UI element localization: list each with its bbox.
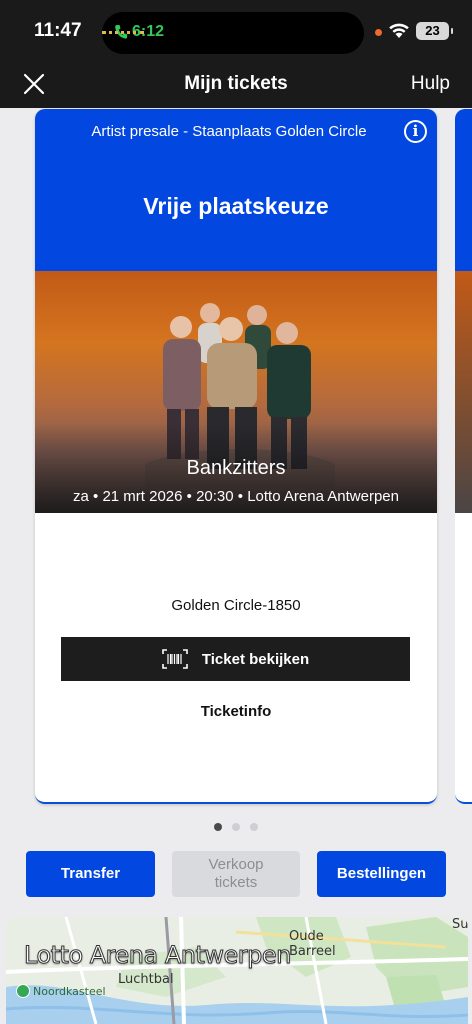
ticket-card-header: Artist presale - Staanplaats Golden Circ… (35, 109, 437, 271)
barcode-icon (162, 649, 188, 669)
page-dot[interactable] (250, 823, 258, 831)
status-time: 11:47 (34, 20, 82, 41)
sell-tickets-label: Verkoop tickets (208, 856, 264, 891)
event-image: Bankzitters za • 21 mrt 2026 • 20:30 • L… (35, 271, 437, 513)
map-graphic (6, 917, 468, 1024)
park-pin-icon (16, 984, 30, 998)
map-label-luchtbal: Luchtbal (118, 972, 174, 987)
map-label-edge: Su (452, 917, 468, 932)
page-dot[interactable] (232, 823, 240, 831)
view-ticket-button[interactable]: Ticket bekijken (61, 637, 410, 681)
orders-button[interactable]: Bestellingen (317, 851, 446, 897)
ticket-card[interactable]: Artist presale - Staanplaats Golden Circ… (35, 109, 437, 804)
map-poi-noordkasteel[interactable]: Noordkasteel (16, 984, 106, 998)
audio-waveform-icon (102, 31, 144, 34)
wifi-icon (389, 23, 409, 38)
venue-map[interactable]: Lotto Arena Antwerpen Oude Barreel Lucht… (6, 917, 468, 1024)
map-poi-label: Noordkasteel (33, 984, 106, 998)
help-link[interactable]: Hulp (411, 73, 450, 95)
next-ticket-card[interactable] (455, 109, 472, 804)
page-dot[interactable] (214, 823, 222, 831)
map-venue-label: Lotto Arena Antwerpen (24, 941, 292, 970)
view-ticket-label: Ticket bekijken (201, 650, 310, 668)
battery-icon: 23 (416, 22, 453, 40)
ticket-section: Golden Circle-1850 (171, 597, 301, 614)
event-details: za • 21 mrt 2026 • 20:30 • Lotto Arena A… (73, 488, 399, 505)
transfer-button[interactable]: Transfer (26, 851, 155, 897)
seat-type-title: Vrije plaatskeuze (143, 193, 329, 219)
info-icon[interactable]: i (404, 120, 427, 143)
ticket-info-link[interactable]: Ticketinfo (35, 703, 437, 720)
page-indicator (0, 823, 472, 831)
dynamic-island[interactable]: 6:12 (102, 12, 364, 54)
map-label-oude-barreel: Oude Barreel (289, 929, 336, 959)
artist-name: Bankzitters (186, 457, 286, 479)
presale-label: Artist presale - Staanplaats Golden Circ… (91, 123, 367, 140)
status-bar: 11:47 6:12 23 (0, 0, 472, 62)
sell-tickets-button[interactable]: Verkoop tickets (172, 851, 300, 897)
page-title: Mijn tickets (184, 73, 288, 94)
nav-bar: Mijn tickets Hulp (0, 62, 472, 108)
privacy-indicator-dot (375, 29, 382, 36)
